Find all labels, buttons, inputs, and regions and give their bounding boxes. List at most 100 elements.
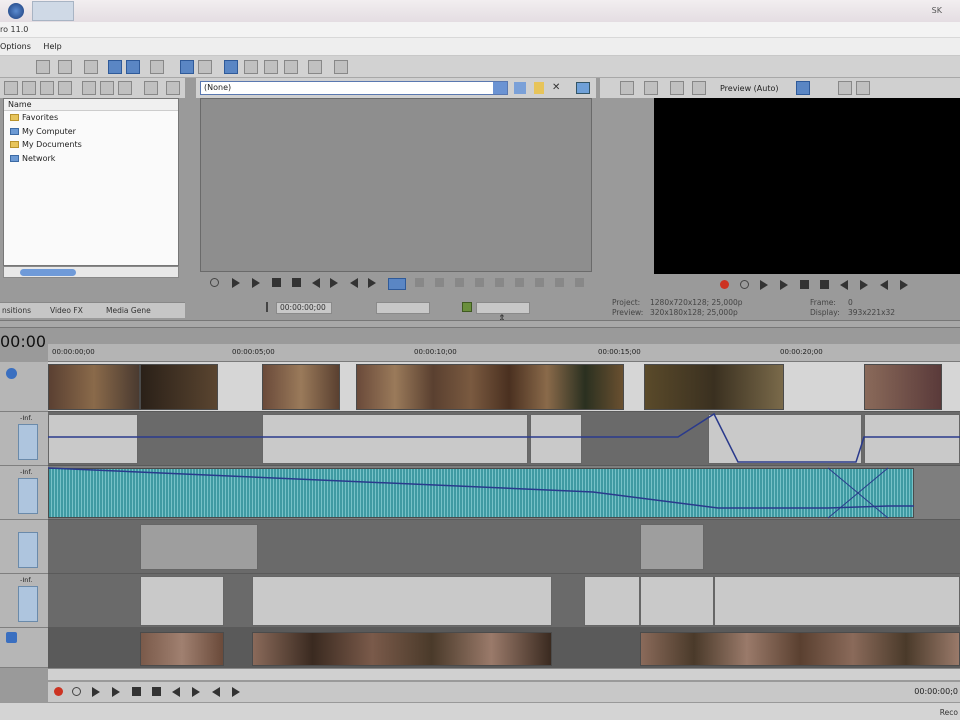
stop-icon[interactable] [152, 687, 161, 696]
audio-track-4[interactable] [48, 520, 960, 574]
back-icon[interactable] [4, 81, 18, 95]
tab-video-fx[interactable]: Video FX [50, 306, 83, 315]
screen-icon[interactable] [576, 82, 590, 94]
trimmer-media-select[interactable]: (None) [200, 81, 508, 95]
next-frame-icon[interactable] [900, 280, 908, 290]
fx-icon[interactable] [670, 81, 684, 95]
forward-icon[interactable] [22, 81, 36, 95]
tab-media-generators[interactable]: Media Gene [106, 306, 151, 315]
go-to-start-icon[interactable] [172, 687, 180, 697]
audio-track-header[interactable] [0, 520, 48, 574]
normal-edit-tool-icon[interactable] [108, 60, 122, 74]
audio-clip[interactable] [584, 576, 640, 626]
copy-snapshot-icon[interactable] [838, 81, 852, 95]
marker-icon[interactable] [308, 60, 322, 74]
explorer-item-network[interactable]: Network [4, 152, 178, 166]
app-orb-icon[interactable] [8, 3, 24, 19]
prev-frame-icon[interactable] [350, 278, 358, 288]
external-monitor-icon[interactable] [644, 81, 658, 95]
menu-options[interactable]: Options [0, 38, 37, 56]
music-track[interactable] [48, 466, 960, 520]
redo-icon[interactable] [58, 60, 72, 74]
audio-track-header[interactable]: -Inf. [0, 574, 48, 628]
compositing-icon[interactable] [6, 632, 17, 643]
audio-track-5[interactable] [48, 574, 960, 628]
video-clip[interactable] [644, 364, 784, 410]
prev-frame-icon[interactable] [212, 687, 220, 697]
explorer-horizontal-scrollbar[interactable] [3, 266, 179, 278]
trimmer-in-point[interactable] [376, 302, 430, 314]
selection-icon[interactable] [388, 278, 406, 290]
explorer-item-favorites[interactable]: Favorites [4, 111, 178, 125]
ignore-grouping-icon[interactable] [224, 60, 238, 74]
docking-divider[interactable] [0, 320, 960, 328]
trimmer-view[interactable] [200, 98, 592, 272]
video-output-icon[interactable] [620, 81, 634, 95]
video-clip[interactable] [140, 364, 218, 410]
go-to-end-icon[interactable] [860, 280, 868, 290]
audio-clip[interactable] [140, 524, 258, 570]
play-icon[interactable] [82, 81, 96, 95]
pause-icon[interactable] [272, 278, 281, 287]
record-icon[interactable] [54, 687, 63, 696]
taskbar-tab[interactable] [32, 1, 74, 21]
save-snapshot-icon[interactable] [856, 81, 870, 95]
video-track-header[interactable] [0, 362, 48, 412]
tab-transitions[interactable]: nsitions [2, 306, 31, 315]
video-track-2[interactable] [48, 628, 960, 668]
video-clip[interactable] [864, 364, 942, 410]
scroll-thumb[interactable] [20, 269, 76, 276]
fit-icon[interactable] [515, 278, 524, 287]
audio-clip[interactable] [640, 524, 704, 570]
undo-icon[interactable] [36, 60, 50, 74]
go-to-start-icon[interactable] [840, 280, 848, 290]
audio-clip[interactable] [252, 576, 552, 626]
loop-icon[interactable] [740, 280, 749, 289]
timeline-horizontal-scrollbar[interactable] [48, 668, 960, 680]
play-from-start-icon[interactable] [92, 687, 100, 697]
toolbar-button[interactable] [84, 60, 98, 74]
video-preview-screen[interactable] [654, 98, 960, 274]
video-track-header[interactable] [0, 628, 48, 668]
audio-clip[interactable] [140, 576, 224, 626]
audio-clip[interactable] [714, 576, 960, 626]
pause-icon[interactable] [132, 687, 141, 696]
trimmer-timecode[interactable]: 00:00:00;00 [276, 302, 332, 314]
go-to-end-icon[interactable] [192, 687, 200, 697]
auto-ripple-icon[interactable] [180, 60, 194, 74]
split-screen-icon[interactable] [692, 81, 706, 95]
help-pointer-icon[interactable] [334, 60, 348, 74]
menu-help[interactable]: Help [39, 38, 67, 56]
go-to-end-icon[interactable] [330, 278, 338, 288]
region-icon[interactable] [555, 278, 564, 287]
audio-clip[interactable] [640, 576, 714, 626]
delete-icon[interactable] [40, 81, 54, 95]
column-header-name[interactable]: Name [4, 99, 178, 111]
auto-preview-icon[interactable] [118, 81, 132, 95]
video-clip[interactable] [356, 364, 624, 410]
stop-icon[interactable] [292, 278, 301, 287]
video-clip[interactable] [640, 632, 960, 666]
split-icon[interactable] [264, 60, 278, 74]
play-from-start-icon[interactable] [760, 280, 768, 290]
snap-icon[interactable] [150, 60, 164, 74]
explorer-item-my-documents[interactable]: My Documents [4, 138, 178, 152]
go-to-start-icon[interactable] [312, 278, 320, 288]
new-folder-icon[interactable] [58, 81, 72, 95]
views-icon[interactable] [166, 81, 180, 95]
add-to-timeline-icon[interactable] [455, 278, 464, 287]
zoom-tool-icon[interactable] [244, 60, 258, 74]
pause-icon[interactable] [800, 280, 809, 289]
preview-quality[interactable]: Preview (Auto) [720, 84, 779, 93]
add-to-timeline-after-icon[interactable] [495, 278, 504, 287]
search-icon[interactable] [144, 81, 158, 95]
set-out-icon[interactable] [435, 278, 444, 287]
video-clip[interactable] [48, 364, 140, 410]
set-in-icon[interactable] [415, 278, 424, 287]
timeline-ruler[interactable]: 00:00:00;00 00:00:05;00 00:00:10;00 00:0… [48, 344, 960, 362]
stop-icon[interactable] [820, 280, 829, 289]
volume-envelope[interactable] [48, 412, 960, 466]
play-icon[interactable] [252, 278, 260, 288]
mute-icon[interactable] [6, 368, 17, 379]
record-icon[interactable] [720, 280, 729, 289]
